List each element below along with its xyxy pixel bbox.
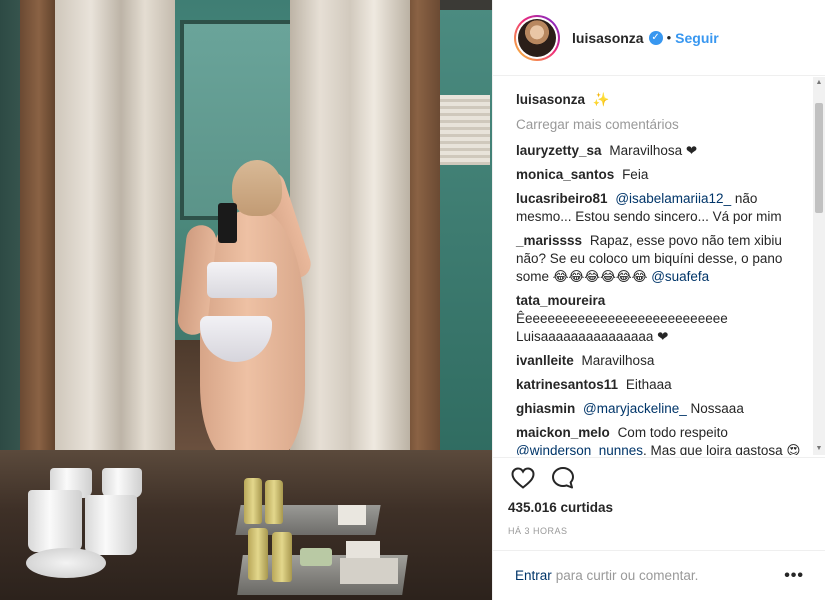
comment-text: Feia — [622, 167, 649, 182]
ellipsis-icon[interactable]: ••• — [784, 567, 804, 585]
load-more-comments[interactable]: Carregar mais comentários — [516, 117, 802, 132]
comment-button[interactable] — [550, 465, 576, 491]
comment-text: Êeeeeeeeeeeeeeeeeeeeeeeeeeee Luisaaaaaaa… — [516, 311, 728, 344]
comment-mention[interactable]: @suafefa — [651, 269, 709, 284]
comment-text: Maravilhosa ❤ — [609, 143, 698, 158]
comment-text: Maravilhosa — [581, 353, 655, 368]
amenity-box — [340, 558, 398, 584]
window-shutter — [432, 95, 490, 165]
verified-badge-icon: ✓ — [648, 30, 663, 45]
comment-username[interactable]: monica_santos — [516, 167, 614, 182]
toothbrush-holder — [102, 468, 142, 498]
comment-username[interactable]: katrinesantos11 — [516, 377, 618, 392]
login-link[interactable]: Entrar — [515, 568, 552, 583]
comment-item: lucasribeiro81 @isabelamariia12_ não mes… — [516, 190, 802, 226]
ceramic-cup — [85, 495, 137, 555]
comments-scrollbar[interactable]: ▲ ▼ — [813, 77, 825, 455]
caption-username[interactable]: luisasonza — [516, 92, 585, 107]
comment-item: monica_santos Feia — [516, 166, 802, 184]
toiletry-bottle — [265, 480, 283, 524]
comment-username[interactable]: lucasribeiro81 — [516, 191, 608, 206]
follow-button[interactable]: Seguir — [675, 30, 719, 46]
comment-mention[interactable]: @winderson_nunnes — [516, 443, 643, 455]
comment-footer: Entrar para curtir ou comentar. ••• — [493, 550, 825, 600]
soap-bar — [300, 548, 332, 566]
scroll-thumb[interactable] — [815, 103, 823, 213]
login-prompt-text: para curtir ou comentar. — [555, 568, 699, 583]
like-button[interactable] — [510, 465, 536, 491]
ceramic-cup — [28, 490, 82, 552]
comment-text: Eithaaa — [625, 377, 672, 392]
wood-frame-left — [20, 0, 58, 460]
caption-text: ✨ — [592, 92, 610, 107]
scroll-down-arrow-icon[interactable]: ▼ — [813, 443, 825, 455]
comment-username[interactable]: ghiasmin — [516, 401, 575, 416]
comments-list[interactable]: luisasonza ✨ Carregar mais comentários l… — [493, 77, 825, 455]
soap-dish — [26, 548, 106, 578]
comment-username[interactable]: ivanlleite — [516, 353, 574, 368]
comment-username[interactable]: maickon_melo — [516, 425, 610, 440]
post-header: luisasonza ✓ • Seguir — [493, 0, 825, 76]
toiletry-bottle — [272, 532, 292, 582]
avatar[interactable] — [514, 14, 560, 61]
post-side-panel: luisasonza ✓ • Seguir luisasonza ✨ Carre… — [492, 0, 825, 600]
post-viewer: luisasonza ✓ • Seguir luisasonza ✨ Carre… — [0, 0, 825, 600]
post-timestamp[interactable]: HÁ 3 HORAS — [508, 526, 568, 536]
comment-item: tata_moureira Êeeeeeeeeeeeeeeeeeeeeeeeee… — [516, 292, 802, 346]
comment-text: Com todo respeito — [617, 425, 728, 440]
likes-count[interactable]: 435.016 curtidas — [508, 500, 613, 515]
scroll-up-arrow-icon[interactable]: ▲ — [813, 77, 825, 89]
caption: luisasonza ✨ — [516, 91, 802, 109]
phone — [218, 203, 237, 243]
post-photo[interactable] — [0, 0, 492, 600]
amenity-card — [338, 505, 366, 525]
comment-username[interactable]: lauryzetty_sa — [516, 143, 602, 158]
comment-item: ghiasmin @maryjackeline_ Nossaaa — [516, 400, 802, 418]
comment-item: katrinesantos11 Eithaaa — [516, 376, 802, 394]
comment-username[interactable]: _marissss — [516, 233, 582, 248]
header-username[interactable]: luisasonza — [572, 30, 644, 46]
comment-text: Nossaaa — [690, 401, 744, 416]
comment-username[interactable]: tata_moureira — [516, 293, 605, 308]
comment-item: ivanlleite Maravilhosa — [516, 352, 802, 370]
curtain-left — [55, 0, 175, 455]
toiletry-bottle — [244, 478, 262, 524]
comment-item: lauryzetty_sa Maravilhosa ❤ — [516, 142, 802, 160]
comment-mention[interactable]: @maryjackeline_ — [583, 401, 687, 416]
comment-mention[interactable]: @isabelamariia12_ — [615, 191, 731, 206]
comment-item: _marissss Rapaz, esse povo não tem xibiu… — [516, 232, 802, 286]
separator-dot: • — [666, 30, 672, 45]
toiletry-bottle — [248, 528, 268, 580]
curtain-right — [290, 0, 410, 460]
bikini-top — [207, 262, 277, 298]
post-actions — [493, 457, 825, 497]
heart-outline-icon — [511, 466, 535, 489]
avatar-image — [518, 18, 556, 57]
speech-bubble-icon — [552, 466, 574, 488]
comment-item: maickon_melo Com todo respeito @winderso… — [516, 424, 802, 455]
person-head — [232, 160, 282, 216]
